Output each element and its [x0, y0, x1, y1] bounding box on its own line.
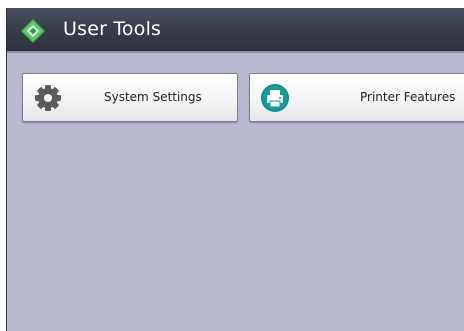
page-title: User Tools — [63, 18, 162, 40]
printer-features-button[interactable]: Printer Features — [249, 73, 464, 122]
printer-icon — [261, 84, 289, 112]
title-bar: User Tools — [7, 8, 464, 53]
user-tools-icon — [21, 19, 45, 43]
user-tools-screen: User Tools System Settings Printer Featu… — [6, 8, 464, 331]
system-settings-label: System Settings — [104, 90, 202, 104]
gear-icon — [35, 85, 61, 111]
printer-features-label: Printer Features — [360, 90, 456, 104]
system-settings-button[interactable]: System Settings — [22, 73, 238, 122]
